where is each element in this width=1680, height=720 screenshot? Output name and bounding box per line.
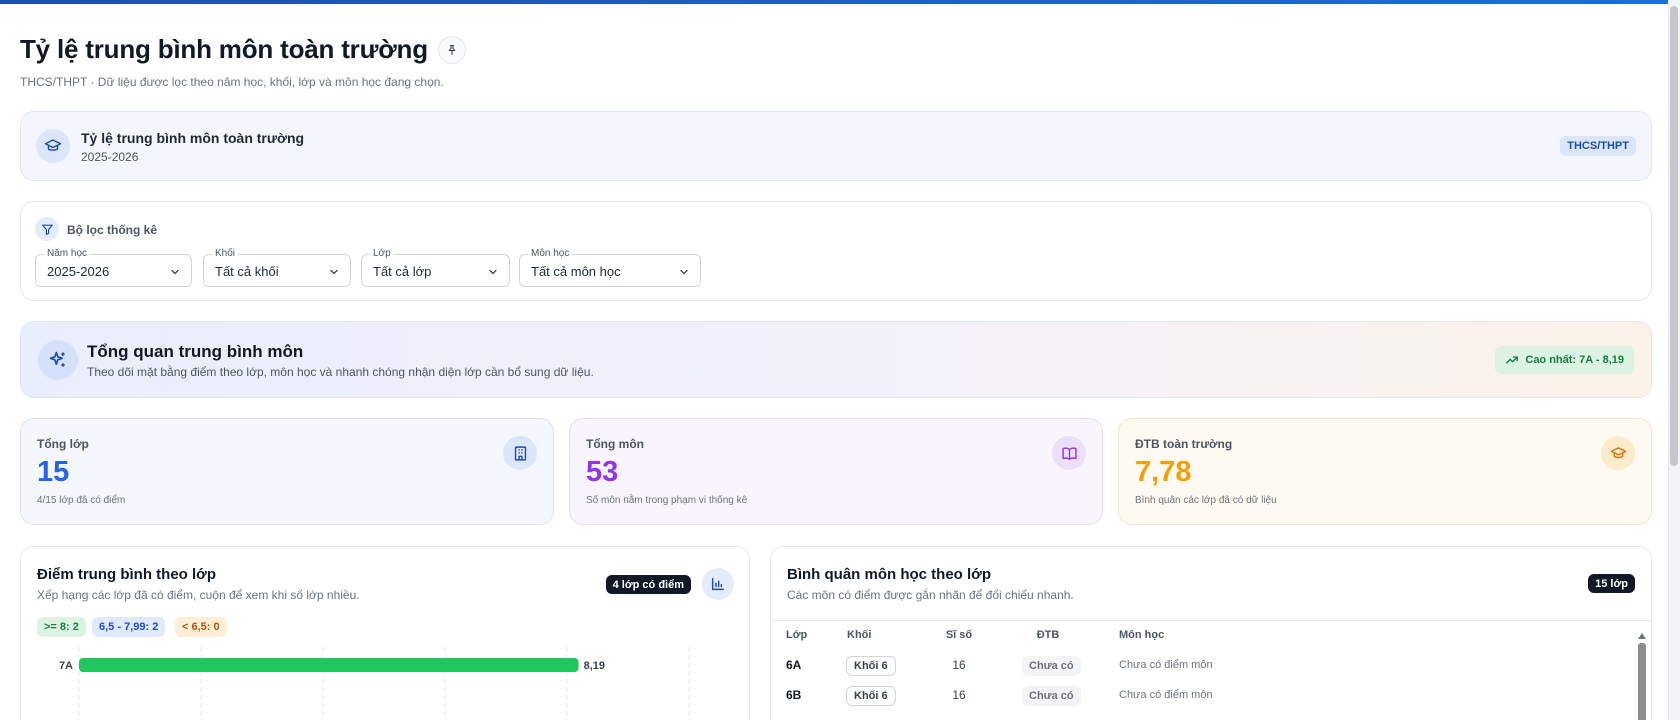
grade-select[interactable]: Khối Tất cả khối	[203, 248, 351, 287]
class-average-bar-chart: 7A 8,19	[59, 647, 690, 720]
school-level-badge: THCS/THPT	[1560, 136, 1636, 156]
graduation-cap-icon	[36, 129, 70, 163]
stat-subjects-hint: Số môn nằm trong phạm vi thống kê	[586, 495, 748, 506]
chip-high-score: >= 8: 2	[37, 617, 86, 637]
year-select-label: Năm học	[44, 248, 91, 260]
chevron-down-icon	[330, 269, 338, 275]
filter-card: Bộ lọc thống kê Năm học 2025-2026 Khối T…	[20, 201, 1652, 301]
stat-average-hint: Bình quân các lớp đã có dữ liệu	[1135, 495, 1277, 506]
best-class-label: Cao nhất: 7A - 8,19	[1525, 354, 1624, 366]
table-section-description: Các môn có điểm được gắn nhãn để đối chi…	[787, 588, 1074, 602]
class-average-chart-card: Điểm trung bình theo lớp Xếp hạng các lớ…	[20, 546, 750, 720]
classes-with-scores-badge: 4 lớp có điểm	[605, 575, 691, 594]
trending-up-icon	[1506, 356, 1519, 364]
class-count-badge: 15 lớp	[1588, 574, 1635, 593]
class-select-label: Lớp	[370, 248, 394, 260]
filter-title: Bộ lọc thống kê	[67, 223, 157, 237]
row-class: 6B	[786, 688, 802, 702]
subject-select[interactable]: Môn học Tất cả môn học	[519, 248, 701, 287]
book-open-icon	[1052, 436, 1086, 470]
row-subjects: Chưa có điểm môn	[1119, 659, 1213, 671]
stat-card-subjects: Tổng môn 53 Số môn nằm trong phạm vi thố…	[569, 418, 1103, 525]
table-section-title: Bình quân môn học theo lớp	[787, 566, 991, 583]
best-class-badge: Cao nhất: 7A - 8,19	[1495, 346, 1634, 374]
row-class: 6A	[786, 658, 802, 672]
stat-classes-value: 15	[37, 456, 70, 488]
school-info-card: Tỷ lệ trung bình môn toàn trường 2025-20…	[20, 111, 1652, 181]
overview-banner: Tổng quan trung bình môn Theo dõi mặt bằ…	[20, 321, 1652, 398]
year-select-value: 2025-2026	[47, 264, 110, 279]
stat-average-label: ĐTB toàn trường	[1135, 437, 1233, 451]
column-header-subjects: Môn học	[1119, 629, 1165, 641]
column-header-grade: Khối	[847, 629, 872, 641]
table-row[interactable]: 6A Khối 6 16 Chưa có Chưa có điểm môn	[771, 651, 1651, 681]
chip-mid-score: 6,5 - 7,99: 2	[92, 617, 166, 637]
chevron-down-icon	[489, 269, 497, 275]
bar-section-description: Xếp hạng các lớp đã có điểm, cuộn để xem…	[37, 588, 360, 602]
page-title: Tỷ lệ trung bình môn toàn trường	[20, 34, 428, 64]
scroll-up-arrow-icon[interactable]	[1638, 631, 1646, 641]
chevron-down-icon	[680, 269, 688, 275]
row-average-pill: Chưa có	[1022, 656, 1081, 676]
table-scrollbar-thumb[interactable]	[1638, 643, 1646, 720]
row-size: 16	[952, 688, 966, 702]
row-size: 16	[952, 658, 966, 672]
stat-classes-label: Tổng lớp	[37, 437, 89, 451]
stat-card-average: ĐTB toàn trường 7,78 Bình quân các lớp đ…	[1118, 418, 1652, 525]
school-year: 2025-2026	[81, 150, 139, 164]
table-row[interactable]: 6B Khối 6 16 Chưa có Chưa có điểm môn	[771, 681, 1651, 711]
bar-7A[interactable]	[79, 658, 579, 672]
chevron-down-icon	[171, 269, 179, 275]
bar-section-title: Điểm trung bình theo lớp	[37, 566, 216, 583]
page-scrollbar-thumb[interactable]	[1670, 6, 1678, 466]
stat-card-classes: Tổng lớp 15 4/15 lớp đã có điểm	[20, 418, 554, 525]
pin-button[interactable]	[437, 35, 466, 64]
stat-subjects-value: 53	[586, 456, 619, 488]
subject-average-table-card: Bình quân môn học theo lớp Các môn có đi…	[770, 546, 1652, 720]
overview-description: Theo dõi mặt bằng điểm theo lớp, môn học…	[87, 365, 594, 379]
row-average-pill: Chưa có	[1022, 686, 1081, 706]
school-report-title: Tỷ lệ trung bình môn toàn trường	[81, 130, 305, 146]
pin-icon	[448, 44, 456, 55]
chip-low-score: < 6,5: 0	[175, 617, 227, 637]
year-select[interactable]: Năm học 2025-2026	[35, 248, 192, 287]
column-header-class: Lớp	[786, 629, 808, 641]
stat-subjects-label: Tổng môn	[586, 437, 644, 451]
stat-average-value: 7,78	[1135, 456, 1192, 488]
page-subtitle: THCS/THPT · Dữ liệu được lọc theo năm họ…	[20, 75, 444, 89]
filter-icon	[35, 217, 59, 241]
page-scrollbar[interactable]	[1668, 0, 1680, 720]
grade-select-value: Tất cả khối	[215, 264, 279, 279]
bar-value-label: 8,19	[584, 660, 605, 672]
overview-title: Tổng quan trung bình môn	[87, 342, 304, 361]
subject-select-value: Tất cả môn học	[531, 264, 621, 279]
column-header-size: Sĩ số	[945, 629, 973, 641]
building-icon	[503, 436, 537, 470]
class-select[interactable]: Lớp Tất cả lớp	[361, 248, 510, 287]
title-row: Tỷ lệ trung bình môn toàn trường	[20, 34, 466, 65]
bar-category-label: 7A	[59, 660, 73, 672]
bar-chart-icon	[702, 568, 734, 600]
stat-classes-hint: 4/15 lớp đã có điểm	[37, 495, 126, 506]
top-accent-bar	[0, 0, 1680, 4]
table-divider	[771, 620, 1651, 621]
row-grade-pill: Khối 6	[846, 656, 896, 676]
table-scrollbar[interactable]	[1638, 627, 1646, 720]
graduation-cap-icon	[1601, 436, 1635, 470]
grade-select-label: Khối	[212, 248, 239, 260]
subject-select-label: Môn học	[528, 248, 573, 260]
class-select-value: Tất cả lớp	[373, 264, 432, 279]
row-grade-pill: Khối 6	[846, 686, 896, 706]
row-subjects: Chưa có điểm môn	[1119, 689, 1213, 701]
column-header-average: ĐTB	[1036, 629, 1060, 641]
sparkles-icon	[38, 340, 78, 380]
